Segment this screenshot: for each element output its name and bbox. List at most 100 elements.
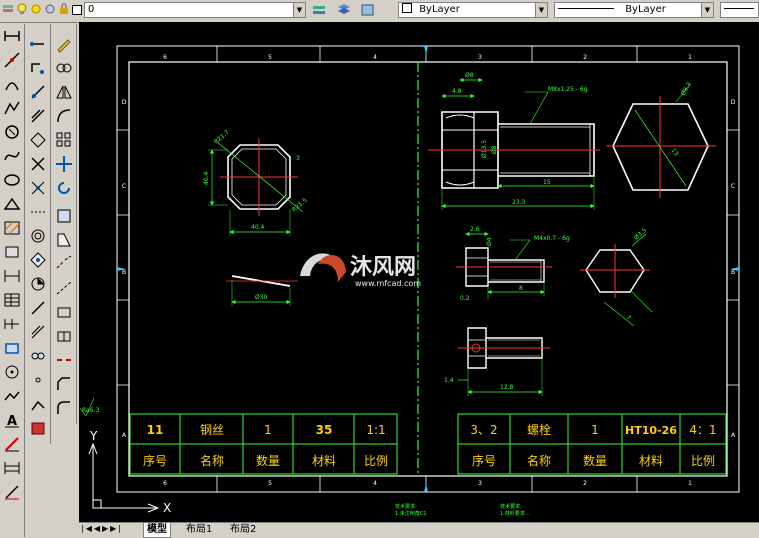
array-grid-icon[interactable] <box>54 130 74 150</box>
bulb-icon[interactable] <box>16 3 28 15</box>
stretch-box-icon[interactable] <box>54 230 74 250</box>
extend-dash-icon[interactable] <box>54 278 74 298</box>
hatch-tool-icon[interactable] <box>2 218 22 238</box>
dim-hex1-size: 13 <box>669 147 679 157</box>
chain-link-icon[interactable] <box>54 58 74 78</box>
rectangle-tool-icon[interactable] <box>2 338 22 358</box>
dim-bolt2-thread: M4x0.7 - 6g <box>534 235 570 242</box>
dim-bolt2-r: 0.2 <box>460 295 470 302</box>
lineweight-dropdown[interactable] <box>720 2 759 18</box>
rotate-tool-icon[interactable] <box>28 178 48 198</box>
xline-tool-icon[interactable] <box>2 50 22 70</box>
title-left-cell-5: 1:1 <box>366 423 385 437</box>
move-tool-icon[interactable] <box>28 154 48 174</box>
polygon-tool-icon[interactable] <box>2 362 22 382</box>
title-right-cell-5: 4：1 <box>689 423 716 437</box>
offset-curve-icon[interactable] <box>54 106 74 126</box>
fillet-tool-icon[interactable] <box>28 370 48 390</box>
ellipse-tool-icon[interactable] <box>2 170 22 190</box>
tab-scroll-arrows[interactable]: |◀◀▶▶| <box>81 524 123 533</box>
revcloud-tool-icon[interactable] <box>2 386 22 406</box>
dimension-baseline-icon[interactable] <box>2 458 22 478</box>
layer-states-icon[interactable] <box>360 3 376 17</box>
color-dropdown[interactable]: ByLayer ▼ <box>398 2 548 18</box>
dim-wire-diameter: Ø39 <box>255 294 268 301</box>
break-tool-icon[interactable] <box>28 298 48 318</box>
mtext-tool-icon[interactable]: A <box>2 410 22 430</box>
extend-tool-icon[interactable] <box>28 274 48 294</box>
linetype-dropdown[interactable]: ByLayer ▼ <box>554 2 714 18</box>
zone-label-left-b: B <box>122 269 126 276</box>
insert-block-icon[interactable] <box>2 194 22 214</box>
mirror-tool-icon[interactable] <box>28 82 48 102</box>
circle-tool-icon[interactable] <box>2 122 22 142</box>
break-icon[interactable] <box>54 326 74 346</box>
array-tool-icon[interactable] <box>28 130 48 150</box>
tab-layout1[interactable]: 布局1 <box>183 523 215 537</box>
trim-tool-icon[interactable] <box>28 250 48 270</box>
layer-manager-icon[interactable] <box>2 3 14 15</box>
polyline-tool-icon[interactable] <box>2 98 22 118</box>
dim-bolt2-d: Ø4 <box>486 237 493 246</box>
draw-toolbar: A <box>0 24 25 537</box>
zone-label-top-6: 6 <box>163 54 167 61</box>
ucs-y-label: Y <box>89 429 98 443</box>
mirror-axis-icon[interactable] <box>54 82 74 102</box>
join-arrows-icon[interactable] <box>54 350 74 370</box>
dim-bolt3-length: 12.8 <box>500 384 514 391</box>
zone-label-top-2: 2 <box>583 54 587 61</box>
move-arrows-icon[interactable] <box>54 154 74 174</box>
arc-tool-icon[interactable] <box>2 74 22 94</box>
square-wire-drawing[interactable] <box>208 138 304 236</box>
bolt-large-drawing[interactable] <box>428 77 600 210</box>
scale-tool-icon[interactable] <box>28 202 48 222</box>
zone-label-bottom-2: 2 <box>583 480 587 487</box>
chamfer-corner-icon[interactable] <box>54 374 74 394</box>
trim-dash-icon[interactable] <box>54 254 74 274</box>
dim-bolt1-d1: Ø13.5 <box>481 140 488 158</box>
erase-tool-icon[interactable] <box>28 34 48 54</box>
title-right-cell-2: 螺栓 <box>527 422 551 437</box>
chevron-down-icon[interactable]: ▼ <box>701 3 713 17</box>
pencil-icon[interactable] <box>54 34 74 54</box>
tab-model[interactable]: 模型 <box>143 523 171 538</box>
chevron-down-icon[interactable]: ▼ <box>293 3 305 17</box>
hexagon-small-drawing[interactable] <box>580 233 653 327</box>
hexagon-large-drawing[interactable] <box>606 83 716 198</box>
chevron-down-icon[interactable]: ▼ <box>535 3 547 17</box>
rotate-arrow-icon[interactable] <box>54 178 74 198</box>
table-tool-icon[interactable] <box>2 290 22 310</box>
properties-tool-icon[interactable] <box>28 418 48 438</box>
layer-previous-icon[interactable] <box>336 3 352 17</box>
lock-icon[interactable] <box>58 3 70 15</box>
drawing-canvas[interactable]: 6 5 4 3 2 1 6 5 4 3 2 1 D C B A D C B A … <box>79 22 759 522</box>
spline-tool-icon[interactable] <box>2 146 22 166</box>
chamfer-tool-icon[interactable] <box>28 346 48 366</box>
region-tool-icon[interactable] <box>2 242 22 262</box>
freeze-icon[interactable] <box>44 3 56 15</box>
point-tool-icon[interactable] <box>2 314 22 334</box>
join-tool-icon[interactable] <box>28 322 48 342</box>
zone-label-top-3: 3 <box>478 54 482 61</box>
modify-toolbar <box>26 24 51 444</box>
copy-tool-icon[interactable] <box>28 58 48 78</box>
zone-label-right-a: A <box>731 432 736 439</box>
stretch-tool-icon[interactable] <box>28 226 48 246</box>
linetype-preview <box>558 8 614 9</box>
text-edit-icon[interactable] <box>2 434 22 454</box>
make-layer-current-icon[interactable] <box>312 3 328 17</box>
fillet-corner-icon[interactable] <box>54 398 74 418</box>
dimension-edit-icon[interactable] <box>2 482 22 502</box>
break-at-point-icon[interactable] <box>54 302 74 322</box>
layer-dropdown[interactable]: 0 ▼ <box>84 2 306 18</box>
scale-box-icon[interactable] <box>54 206 74 226</box>
wire-side-view[interactable] <box>226 275 298 306</box>
dimension-linear-icon[interactable] <box>2 266 22 286</box>
explode-tool-icon[interactable] <box>28 394 48 414</box>
line-tool-icon[interactable] <box>2 26 22 46</box>
offset-tool-icon[interactable] <box>28 106 48 126</box>
bolt-small-drawing[interactable] <box>456 231 552 300</box>
sun-icon[interactable] <box>30 3 42 15</box>
tab-layout2[interactable]: 布局2 <box>227 523 259 537</box>
watermark-logo <box>300 253 346 282</box>
